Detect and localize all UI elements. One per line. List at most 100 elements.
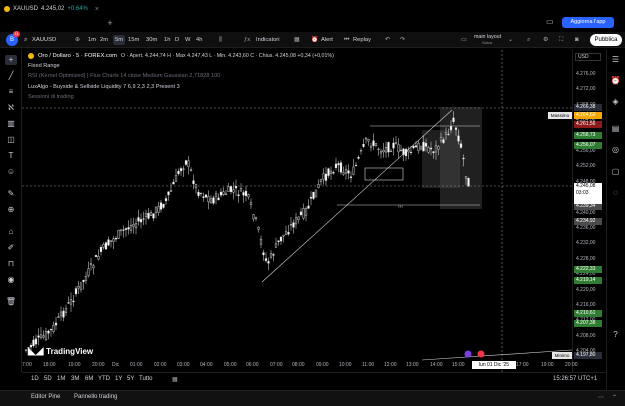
- candle-body: [282, 234, 285, 237]
- settings-icon[interactable]: ⚙: [543, 35, 548, 45]
- fib-icon[interactable]: ≡: [5, 87, 17, 97]
- replay-button[interactable]: Replay: [353, 35, 371, 45]
- ruler-icon[interactable]: ✎: [5, 189, 17, 199]
- interval-15m[interactable]: 15m: [128, 35, 139, 45]
- clock-timezone[interactable]: 15:26:57 UTC+1: [553, 376, 597, 382]
- min-line[interactable]: [421, 349, 572, 361]
- search-icon[interactable]: ⌕: [24, 35, 27, 45]
- chat-bubble-icon[interactable]: ▢: [610, 167, 621, 177]
- chart-type-icon[interactable]: ⫼: [219, 35, 222, 45]
- range-1y[interactable]: 1Y: [115, 376, 122, 382]
- alert-button[interactable]: Alert: [321, 35, 333, 45]
- candle-body: [154, 207, 158, 213]
- indicator-trading-sessions[interactable]: Sessioni di trading: [28, 94, 74, 100]
- liquidity-box[interactable]: [364, 167, 404, 181]
- indicator-fixed-range[interactable]: Fixed Range: [28, 63, 60, 69]
- more-icon[interactable]: ⋯: [598, 394, 604, 401]
- calendar-icon[interactable]: ▤: [610, 124, 621, 134]
- emoji-icon[interactable]: ☺: [5, 167, 17, 177]
- compare-add-icon[interactable]: ⊕: [75, 35, 80, 45]
- range-5y[interactable]: 5Y: [127, 376, 134, 382]
- candle-body: [312, 191, 315, 199]
- ideas-icon[interactable]: ◎: [610, 145, 621, 155]
- candle-body: [289, 224, 293, 226]
- trendline-icon[interactable]: ╱: [5, 71, 17, 81]
- camera-icon[interactable]: ◙: [575, 35, 579, 45]
- candle-body: [389, 150, 393, 152]
- upgrade-app-button[interactable]: Aggiorna l'app: [562, 17, 614, 28]
- chart-pane[interactable]: ‹‹‹: [22, 50, 572, 372]
- hotlists-icon[interactable]: ◈: [610, 97, 621, 107]
- interval-4h[interactable]: 4h: [196, 35, 202, 45]
- interval-W[interactable]: W: [185, 35, 190, 45]
- indicator-rsi-kernel[interactable]: RSI (Kernel Optimized) | Flux Charts 14 …: [28, 73, 220, 79]
- range-3m[interactable]: 3M: [71, 376, 79, 382]
- ideas-marker-icon[interactable]: [464, 350, 472, 358]
- symbol-search[interactable]: XAUUSD: [32, 35, 56, 45]
- fullscreen-icon[interactable]: ⛶: [559, 35, 563, 45]
- magnet-icon[interactable]: ⌂: [5, 227, 17, 237]
- chart-title[interactable]: Oro / Dollaro · 5 · FOREX.com: [38, 53, 117, 59]
- trash-icon[interactable]: 🗑: [5, 297, 17, 307]
- expand-icon[interactable]: ⌃: [612, 394, 617, 401]
- current-price-label: 4.245,08 03:03: [574, 183, 602, 204]
- time-tick: 19:00: [541, 362, 554, 368]
- indicator-luxalgo-liquidity[interactable]: LuxAlgo - Buyside & Sellside Liquidity 7…: [28, 84, 180, 90]
- watchlist-icon[interactable]: ☰: [610, 55, 621, 65]
- flag-marker-icon[interactable]: [477, 350, 485, 358]
- alerts-icon[interactable]: ⏰: [610, 76, 621, 86]
- eye-icon[interactable]: ◉: [5, 275, 17, 285]
- range-5d[interactable]: 5D: [44, 376, 52, 382]
- notifications-icon[interactable]: ◌: [610, 188, 621, 198]
- candle-body: [459, 143, 463, 148]
- interval-D[interactable]: D: [175, 35, 179, 45]
- publish-button[interactable]: Pubblica: [590, 34, 622, 46]
- price-chart[interactable]: ‹‹‹: [22, 50, 572, 372]
- lock-drawing-icon[interactable]: ✐: [5, 243, 17, 253]
- redo-icon[interactable]: ↷: [400, 35, 405, 45]
- new-tab-button[interactable]: +: [104, 17, 116, 29]
- layout-grid-icon[interactable]: ▦: [294, 35, 299, 45]
- pine-editor-tab[interactable]: Editor Pine: [31, 394, 60, 400]
- crosshair-icon[interactable]: +: [5, 55, 17, 65]
- shapes-icon[interactable]: ◫: [5, 135, 17, 145]
- text-icon[interactable]: T: [5, 151, 17, 161]
- close-icon[interactable]: ×: [95, 6, 99, 13]
- candle-body: [69, 299, 73, 305]
- range-ytd[interactable]: YTD: [98, 376, 110, 382]
- indicators-button[interactable]: Indicatori: [256, 35, 280, 45]
- candle-body: [64, 308, 68, 313]
- candle-body: [67, 302, 70, 304]
- zoom-in-icon[interactable]: ⊕: [5, 205, 17, 215]
- range-1d[interactable]: 1D: [31, 376, 39, 382]
- time-tick: 04:00: [200, 362, 213, 368]
- chat-icon[interactable]: ▭: [546, 17, 554, 26]
- interval-2m[interactable]: 2m: [100, 35, 108, 45]
- candle-body: [294, 217, 298, 225]
- layout-save[interactable]: Salva: [482, 40, 492, 45]
- interval-1m[interactable]: 1m: [88, 35, 96, 45]
- range-1m[interactable]: 1M: [57, 376, 65, 382]
- candle-body: [207, 196, 210, 203]
- date-range-icon[interactable]: ▦: [172, 376, 178, 383]
- lock-icon[interactable]: ⊓: [5, 259, 17, 269]
- undo-icon[interactable]: ↶: [385, 35, 390, 45]
- chevron-down-icon[interactable]: ⌄: [508, 35, 513, 45]
- quick-search-icon[interactable]: ⌕: [527, 35, 530, 45]
- time-tick: 03:00: [177, 362, 190, 368]
- layout-icon[interactable]: ▭: [461, 35, 466, 45]
- range-6m[interactable]: 6M: [85, 376, 93, 382]
- symbol-tab[interactable]: XAUUSD 4.245,02 +0.64% ×: [4, 2, 99, 16]
- forecast-icon[interactable]: ▥: [5, 119, 17, 129]
- trading-panel-tab[interactable]: Pannello trading: [74, 394, 117, 400]
- interval-5m[interactable]: 5m: [113, 35, 126, 45]
- interval-1h[interactable]: 1h: [164, 35, 170, 45]
- candle-body: [399, 149, 403, 151]
- currency-selector[interactable]: USD: [575, 53, 601, 61]
- range-tutto[interactable]: Tutto: [139, 376, 152, 382]
- pattern-icon[interactable]: ℵ: [5, 103, 17, 113]
- price-tick: 4.232,00: [576, 240, 596, 247]
- candle-body: [112, 238, 115, 242]
- interval-30m[interactable]: 30m: [146, 35, 157, 45]
- help-icon[interactable]: ?: [610, 330, 621, 340]
